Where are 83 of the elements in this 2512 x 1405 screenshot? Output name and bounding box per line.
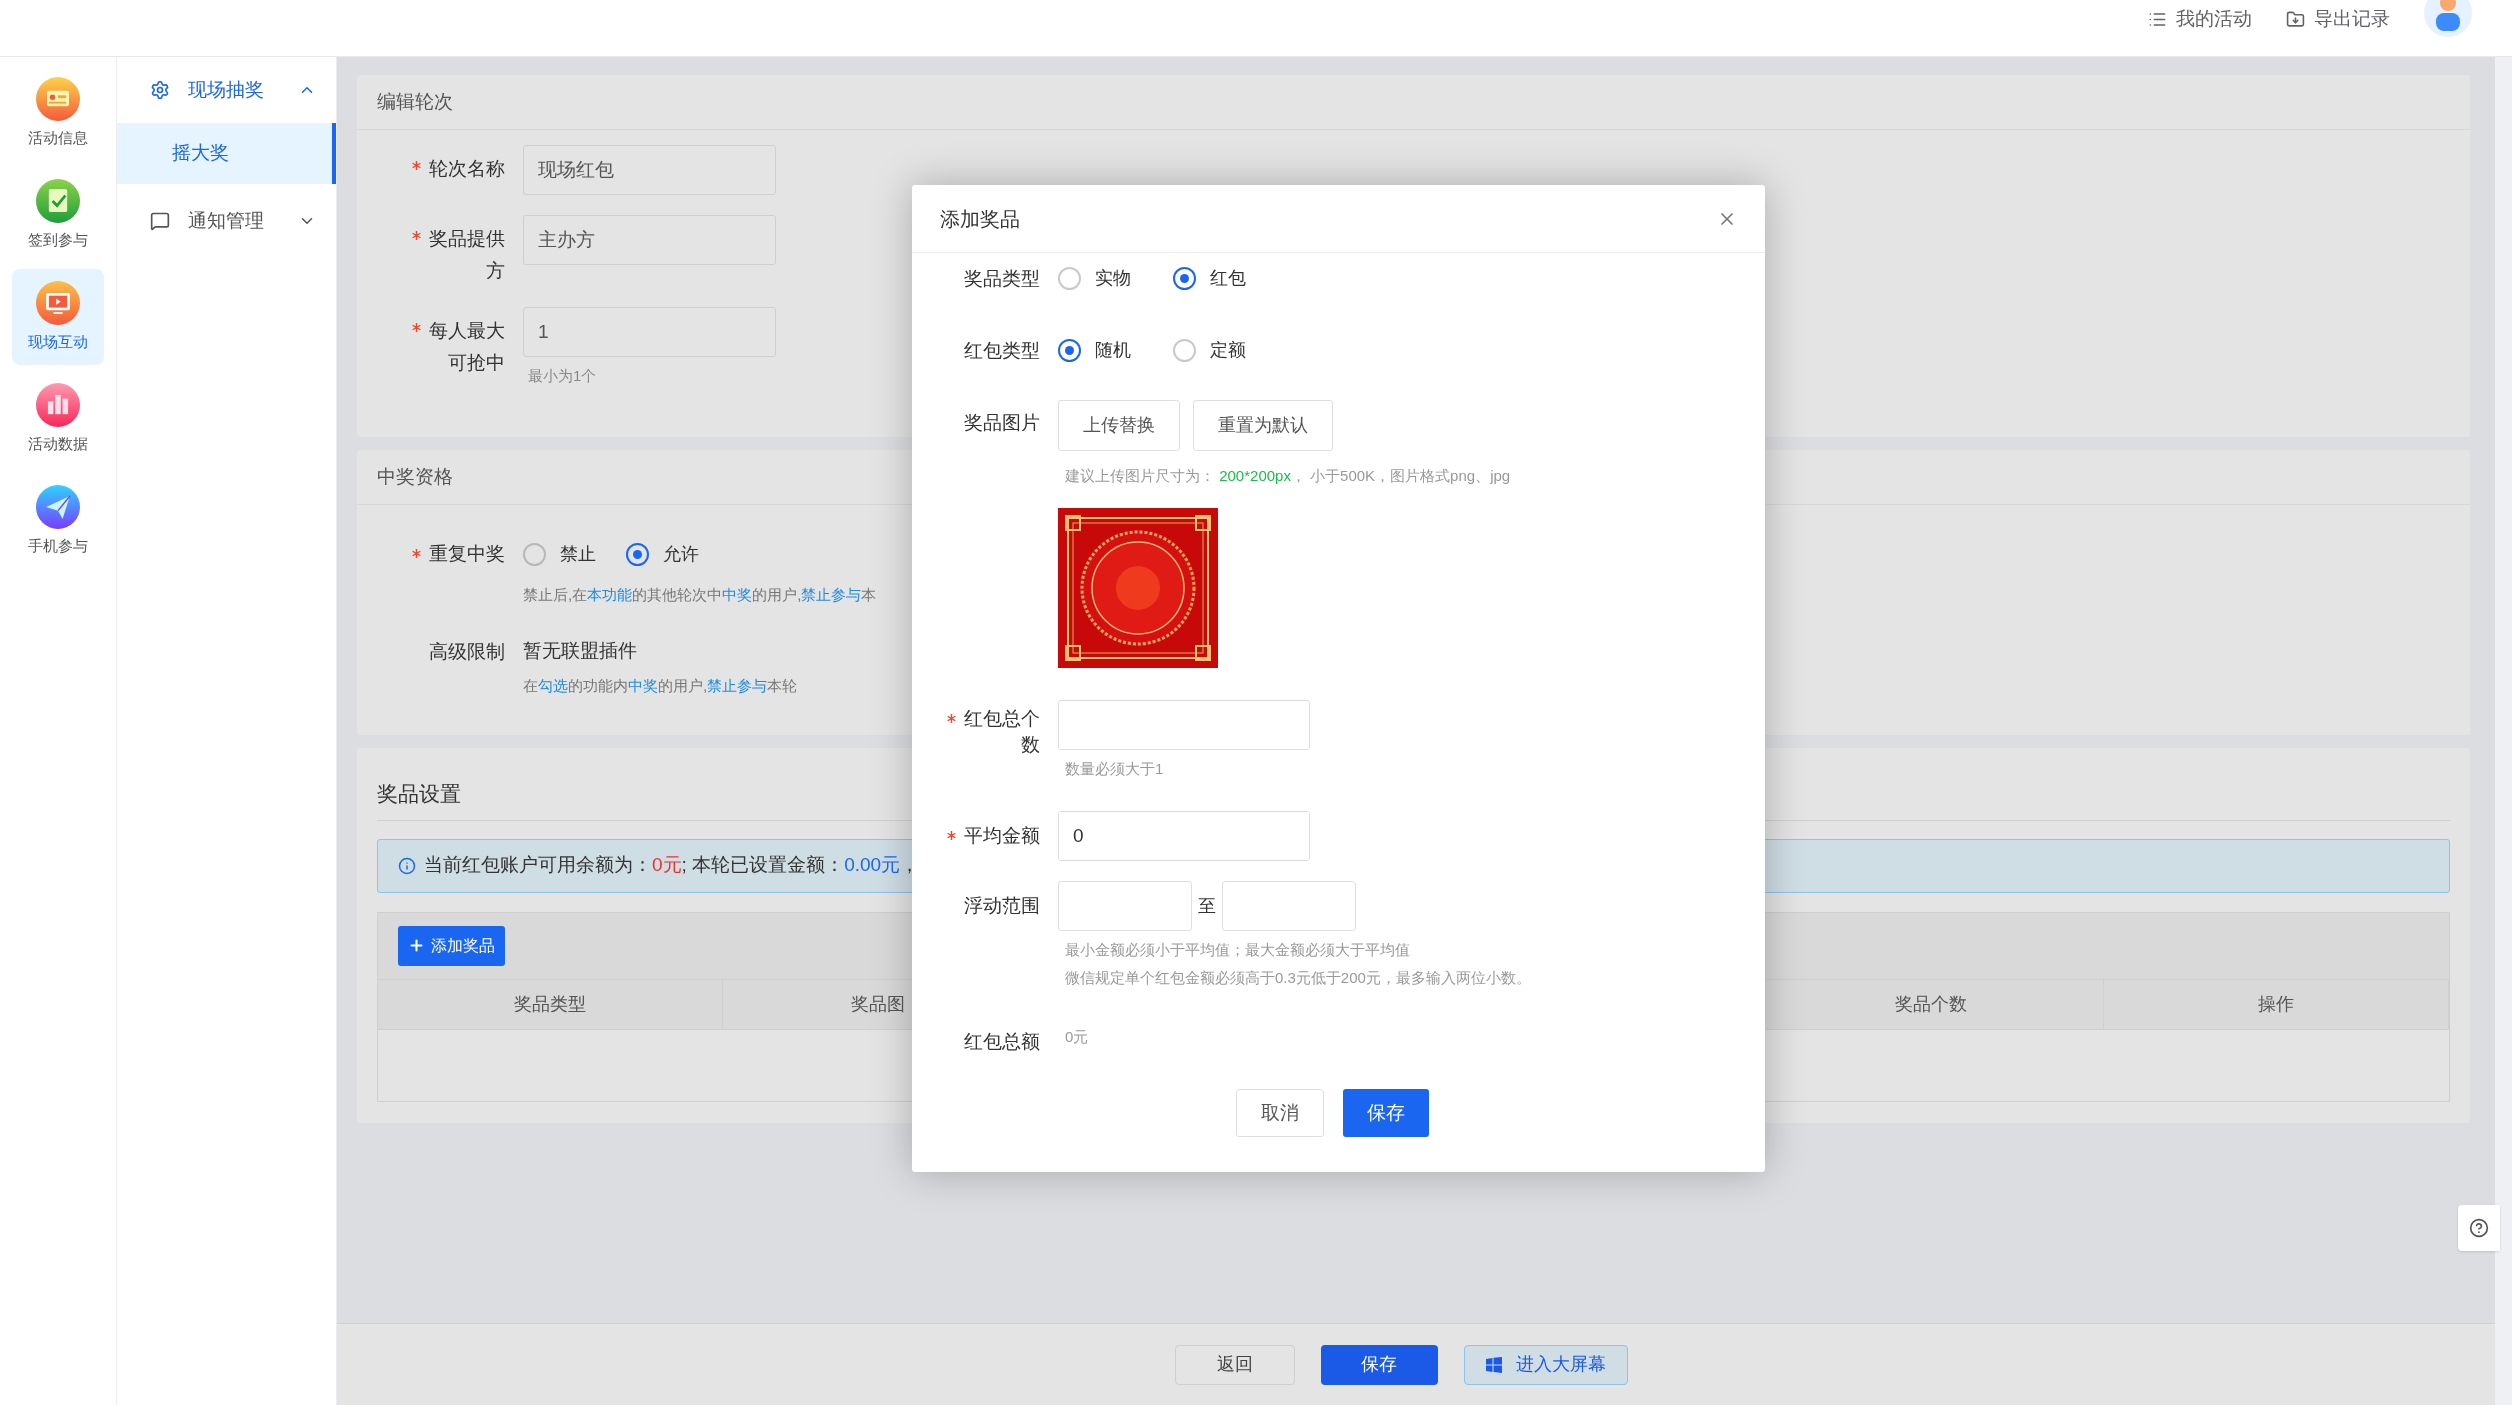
bar-chart-icon [36,382,80,427]
top-link[interactable]: 我的活动 [2148,4,2252,34]
required-mark-icon [412,231,421,240]
input-field[interactable]: 主办方 [523,215,776,265]
required-mark-icon [412,323,421,332]
help-text: 禁止后,在本功能的其他轮次中中奖的用户,禁止参与本 [523,585,877,605]
field-value: 0元 [1064,1026,1089,1047]
footer-button[interactable]: 返回 [1174,1344,1295,1385]
help-button[interactable] [2458,1205,2500,1251]
menu-item[interactable]: 通知管理 [117,188,336,254]
field-hint: 数量必须大于1 [1064,758,1165,779]
field-label: 每人最大可抢中 [428,319,505,375]
field-label: 重复中奖 [428,542,505,566]
help-icon [2469,1218,2489,1238]
dialog-button[interactable]: 取消 [1236,1089,1324,1137]
field-label: 奖品提供方 [428,227,505,283]
radio-label: 允许 [663,543,699,566]
field-label: 平均金额 [963,824,1040,848]
plus-icon [408,937,425,954]
radio-button[interactable] [626,543,649,566]
footer-button[interactable]: 进入大屏幕 [1463,1344,1628,1385]
radio-label: 随机 [1095,339,1131,362]
card-header: 编辑轮次 [357,75,2470,130]
clipboard-check-icon [36,178,80,223]
field-label: 红包类型 [963,338,1040,363]
input-field[interactable] [1058,699,1310,750]
range-separator: 至 [1198,894,1216,918]
column-header: 操作 [2103,979,2449,1029]
field-hint: 最小为1个 [527,366,598,386]
help-text: 最小金额必须小于平均值；最大金额必须大于平均值 [1065,940,1411,960]
monitor-play-icon [36,280,80,325]
field-value: 暂无联盟插件 [523,638,638,663]
field-label: 奖品图片 [963,411,1040,435]
add-prize-button[interactable]: 添加奖品 [398,925,505,966]
help-text: 建议上传图片尺寸为： 200*200px， 小于500K，图片格式png、jpg [1064,466,1511,486]
radio-label: 定额 [1210,339,1246,362]
radio-label: 禁止 [560,543,596,566]
help-text: 在勾选的功能内中奖的用户,禁止参与本轮 [523,676,798,696]
footer-button[interactable]: 保存 [1320,1344,1438,1385]
input-field[interactable]: 1 [523,307,776,357]
radio-button[interactable] [1058,267,1081,290]
rail-item[interactable]: 签到参与 [12,167,104,263]
required-mark-icon [412,549,421,558]
dialog-title: 添加奖品 [940,206,1020,232]
input-field[interactable]: 现场红包 [523,145,776,195]
field-label: 红包总额 [963,1030,1040,1054]
field-label: 高级限制 [428,639,505,664]
image-button[interactable]: 重置为默认 [1193,400,1333,451]
input-field[interactable] [1058,881,1192,931]
windows-icon [1485,1356,1502,1373]
rail-item[interactable]: 活动数据 [12,371,104,467]
notice-text: 当前红包账户可用余额为：0元; 本轮已设置金额：0.00元， [424,853,920,878]
required-mark-icon [947,713,956,723]
chat-icon [150,211,170,231]
folder-download-icon [2286,9,2305,29]
paper-plane-icon [36,484,80,529]
field-label: 浮动范围 [963,894,1040,918]
radio-button[interactable] [1173,339,1196,362]
field-label: 红包总个数 [963,706,1040,757]
required-mark-icon [947,831,956,840]
info-icon [398,856,416,875]
menu-item[interactable]: 现场抽奖 [117,57,336,123]
radio-button[interactable] [523,543,546,566]
input-field[interactable]: 0 [1058,811,1310,861]
rail-item[interactable]: 现场互动 [12,269,104,365]
radio-button[interactable] [1173,267,1196,290]
avatar[interactable] [2424,0,2472,37]
rail-item[interactable]: 活动信息 [12,65,104,161]
input-field[interactable] [1222,881,1356,931]
submenu-item[interactable]: 摇大奖 [117,123,336,184]
field-label: 奖品类型 [963,266,1040,291]
field-label: 轮次名称 [428,157,505,181]
settings-icon [150,80,170,100]
id-card-icon [36,76,80,121]
top-link[interactable]: 导出记录 [2286,4,2390,34]
radio-label: 红包 [1210,267,1246,290]
radio-button[interactable] [1058,339,1081,362]
radio-label: 实物 [1095,267,1131,290]
rail-item[interactable]: 手机参与 [12,473,104,569]
column-header: 奖品类型 [378,979,724,1029]
required-mark-icon [412,161,421,170]
dialog-button[interactable]: 保存 [1343,1089,1429,1137]
image-button[interactable]: 上传替换 [1058,400,1180,451]
